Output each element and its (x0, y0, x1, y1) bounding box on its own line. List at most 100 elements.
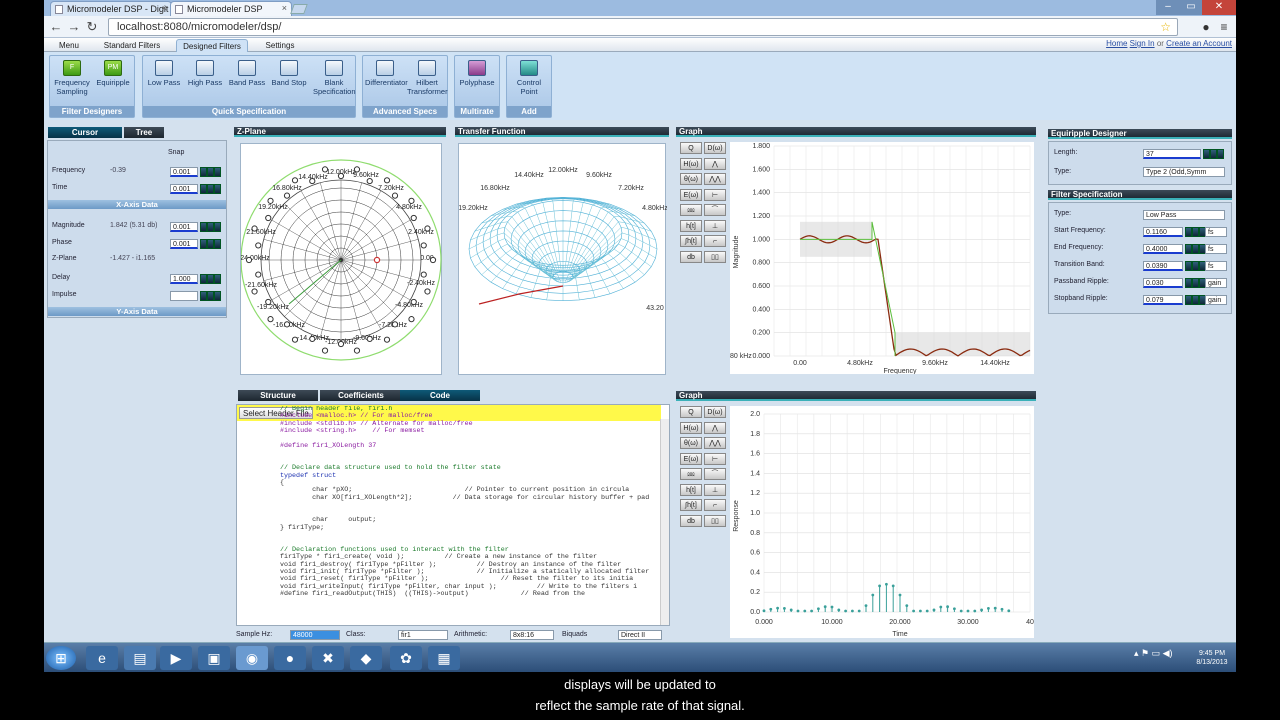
filter-spec-unit[interactable]: fs (1205, 244, 1227, 254)
impulse-spinner[interactable] (200, 291, 222, 301)
app-icon[interactable]: ▣ (198, 646, 230, 670)
filter-spec-spinner[interactable] (1185, 244, 1207, 254)
tab-code[interactable]: Code (400, 390, 480, 401)
filter-spec-unit[interactable]: fs (1205, 261, 1227, 271)
close-window-button[interactable]: ✕ (1202, 0, 1236, 15)
tab-coefficients[interactable]: Coefficients (320, 390, 402, 401)
start-button[interactable]: ⊞ (46, 646, 76, 670)
sample-hz-input[interactable]: 48000 (290, 630, 340, 640)
graph1-tool-h-omega[interactable]: θ(ω) (680, 173, 702, 185)
tab-settings[interactable]: Settings (260, 39, 300, 52)
band-stop-button[interactable]: Band Stop (269, 60, 309, 87)
graph1-tool-d-omega[interactable]: H(ω) (680, 157, 702, 170)
tab-menu[interactable]: Menu (54, 39, 84, 52)
filter-spec-unit[interactable]: gain (1205, 278, 1227, 288)
sign-in-link[interactable]: Sign In (1130, 39, 1155, 48)
graph1-tool-int-h-t-alt[interactable]: ⌐ (704, 235, 726, 247)
chrome-icon[interactable]: ◉ (236, 646, 268, 670)
tab-designed-filters[interactable]: Designed Filters (176, 39, 248, 52)
file-explorer-icon[interactable]: ▤ (124, 646, 156, 670)
class-input[interactable]: fir1 (398, 630, 448, 640)
app-icon[interactable]: ▦ (428, 646, 460, 670)
home-link[interactable]: Home (1106, 39, 1127, 48)
transfer-surface[interactable]: 12.00kHz 14.40kHz 9.60kHz 16.80kHz 7.20kHz 19… (458, 144, 668, 376)
filter-spec-input[interactable]: 0.030 (1143, 278, 1183, 288)
close-tab-icon[interactable]: × (162, 3, 167, 13)
menu-icon[interactable]: ≡ (1216, 19, 1232, 35)
code-view[interactable]: // Begin header file, fir1.h #include <ma… (280, 406, 700, 616)
close-tab-icon[interactable]: × (282, 3, 287, 13)
graph1-tool-d-omega-alt[interactable]: ⋀ (704, 157, 726, 170)
delay-spinner[interactable] (200, 274, 222, 284)
filter-spec-input[interactable]: 0.079 (1143, 295, 1183, 305)
graph-1-panel[interactable]: 1.800 1.600 1.400 1.200 1.000 0.800 0.600 0.400… (730, 142, 1034, 375)
filter-spec-input[interactable]: 0.4000 (1143, 244, 1183, 254)
hilbert-transformer-button[interactable]: Hilbert Transformer (407, 60, 448, 96)
filter-spec-spinner[interactable] (1185, 261, 1207, 271)
graph1-tool-db-alt[interactable]: ▯▯ (704, 250, 726, 263)
graph1-tool-h-t[interactable]: h[t] (680, 219, 702, 232)
app-icon[interactable]: ◆ (350, 646, 382, 670)
equiripple-button[interactable]: PM Equiripple (94, 60, 132, 87)
tab-cursor[interactable]: Cursor (48, 127, 122, 138)
impulse-snap-input[interactable] (170, 291, 198, 301)
graph2-tool-h-t-alt[interactable]: ⊥ (704, 483, 726, 496)
create-account-link[interactable]: Create an Account (1166, 39, 1232, 48)
delay-snap-input[interactable]: 1.000 (170, 274, 198, 284)
graph2-tool-theta-omega-alt[interactable]: ⊢ (704, 452, 726, 465)
z-plane-plot[interactable]: 12.00kHz14.40kHz 9.60kHz16.80kHz 7.20kHz19… (240, 144, 443, 376)
browser-tab-2[interactable]: Micromodeler DSP × (170, 1, 292, 16)
graph2-tool-db-alt[interactable]: ▯▯ (704, 514, 726, 527)
z-plane-panel[interactable]: 12.00kHz 14.40kHz 9.60kHz 16.80kHz 7.20kHz 19… (240, 143, 442, 375)
filter-spec-input[interactable]: 0.1160 (1143, 227, 1183, 237)
address-bar[interactable]: localhost:8080/micromodeler/dsp/ ☆ (108, 18, 1178, 36)
tab-standard-filters[interactable]: Standard Filters (100, 39, 164, 52)
structure-select[interactable]: Direct II (618, 630, 662, 640)
new-tab-button[interactable] (290, 4, 308, 14)
graph1-tool-zoom-alt[interactable]: D(ω) (704, 142, 726, 154)
length-spinner[interactable] (1203, 149, 1225, 159)
phase-snap-input[interactable]: 0.001 (170, 239, 198, 249)
filter-type-select[interactable]: Low Pass (1143, 210, 1225, 220)
time-spinner[interactable] (200, 184, 222, 194)
band-pass-button[interactable]: Band Pass (227, 60, 267, 87)
internet-explorer-icon[interactable]: e (86, 646, 118, 670)
differentiator-button[interactable]: Differentiator (365, 60, 408, 87)
tab-structure[interactable]: Structure (238, 390, 318, 401)
clock[interactable]: 9:45 PM 8/13/2013 (1192, 649, 1232, 667)
time-snap-input[interactable]: 0.001 (170, 184, 198, 194)
graph2-tool-e-omega-alt[interactable]: ⁀ (704, 468, 726, 480)
media-player-icon[interactable]: ▶ (160, 646, 192, 670)
transfer-function-panel[interactable]: 12.00kHz 14.40kHz 9.60kHz 16.80kHz 7.20kHz 19… (458, 143, 668, 376)
app-icon[interactable]: ● (274, 646, 306, 670)
low-pass-button[interactable]: Low Pass (145, 60, 183, 87)
frequency-spinner[interactable] (200, 167, 222, 177)
frequency-snap-input[interactable]: 0.001 (170, 167, 198, 177)
filter-spec-spinner[interactable] (1185, 278, 1207, 288)
minimize-button[interactable]: – (1156, 0, 1180, 15)
app-icon[interactable]: ✖ (312, 646, 344, 670)
graph1-tool-e-omega[interactable]: ⅏ (680, 204, 702, 216)
graph1-tool-h-t-alt[interactable]: ⊥ (704, 219, 726, 232)
arithmetic-select[interactable]: 8x8:16 (510, 630, 554, 640)
bookmark-star-icon[interactable]: ☆ (1160, 19, 1171, 35)
magnitude-spinner[interactable] (200, 222, 222, 232)
magnitude-snap-input[interactable]: 0.001 (170, 222, 198, 232)
graph2-tool-zoom-alt[interactable]: D(ω) (704, 406, 726, 418)
app-icon[interactable]: ✿ (390, 646, 422, 670)
filter-spec-spinner[interactable] (1185, 227, 1207, 237)
graph1-tool-h-omega-alt[interactable]: ⋀⋀ (704, 173, 726, 185)
graph1-tool-int-h-t[interactable]: ∫h[t] (680, 235, 702, 247)
magnitude-chart[interactable]: 1.800 1.600 1.400 1.200 1.000 0.800 0.600 0.400… (730, 142, 1034, 375)
high-pass-button[interactable]: High Pass (186, 60, 224, 87)
back-icon[interactable]: ← (48, 19, 64, 35)
polyphase-button[interactable]: Polyphase (457, 60, 497, 87)
graph2-tool-h-omega-alt[interactable]: ⋀⋀ (704, 437, 726, 449)
graph1-tool-db[interactable]: db (680, 250, 702, 263)
system-tray-icons[interactable]: ▴ ⚑ ▭ ◀) (1134, 648, 1173, 659)
graph-2-panel[interactable]: 2.0 1.8 1.6 1.4 1.2 1.0 0.8 0.6 0.4 0.2 0.0 0.000 10… (730, 406, 1034, 638)
phase-spinner[interactable] (200, 239, 222, 249)
graph1-tool-theta-omega[interactable]: E(ω) (680, 188, 702, 201)
filter-spec-spinner[interactable] (1185, 295, 1207, 305)
browser-tab-1[interactable]: Micromodeler DSP - Digit × (50, 1, 172, 16)
